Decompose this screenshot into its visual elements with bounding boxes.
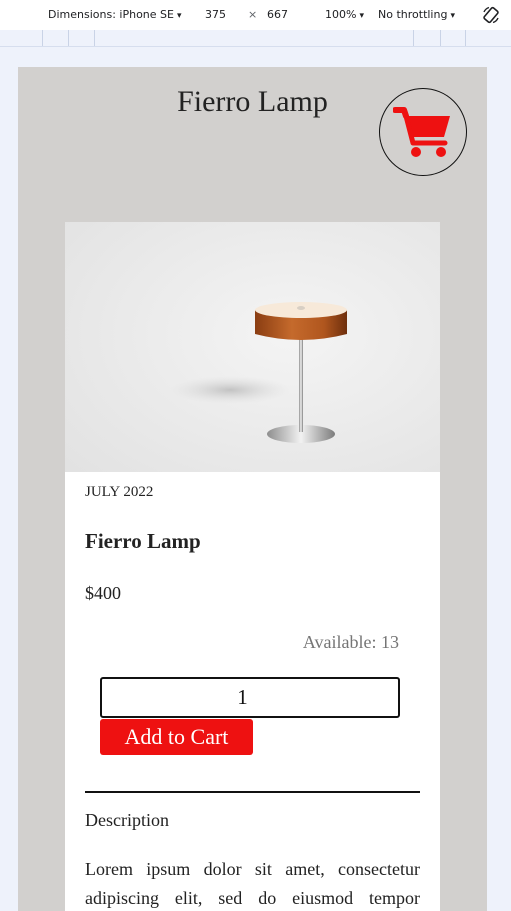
product-date: JULY 2022 <box>85 484 154 500</box>
device-label: Dimensions: iPhone SE <box>48 8 174 21</box>
description-text: Lorem ipsum dolor sit amet, consectetur … <box>85 859 420 908</box>
ruler-tick <box>68 30 69 46</box>
chevron-down-icon: ▾ <box>359 11 364 21</box>
width-input[interactable]: 375 <box>205 8 226 21</box>
product-image <box>65 222 440 472</box>
ruler-tick <box>42 30 43 46</box>
device-selector[interactable]: Dimensions: iPhone SE ▾ <box>48 8 182 21</box>
zoom-selector[interactable]: 100% ▾ <box>325 8 364 21</box>
chevron-down-icon: ▾ <box>176 11 182 21</box>
devtools-device-toolbar: Dimensions: iPhone SE ▾ 375 × 667 100% ▾ N… <box>0 0 511 31</box>
ruler-tick <box>94 30 95 46</box>
height-input[interactable]: 667 <box>267 8 288 21</box>
media-query-ruler[interactable] <box>0 30 511 47</box>
add-to-cart-button[interactable]: Add to Cart <box>100 719 253 755</box>
throttling-label: No throttling <box>378 8 448 21</box>
cart-button[interactable] <box>379 88 467 176</box>
chevron-down-icon: ▾ <box>450 11 455 21</box>
product-card: JULY 2022 Fierro Lamp $400 Available: 13… <box>65 222 440 911</box>
product-name: Fierro Lamp <box>85 529 201 553</box>
shopping-cart-icon <box>393 107 450 157</box>
throttling-selector[interactable]: No throttling ▾ <box>378 8 455 21</box>
dimension-separator: × <box>248 8 258 21</box>
ruler-tick <box>465 30 466 46</box>
section-divider <box>85 791 420 793</box>
availability-text: Available: 13 <box>302 632 399 652</box>
product-price: $400 <box>85 583 121 603</box>
rotate-icon[interactable] <box>481 5 501 25</box>
quantity-input[interactable] <box>100 677 400 718</box>
device-viewport: Fierro Lamp JULY 2022 Fierro Lamp $400 A… <box>18 67 487 911</box>
ruler-tick <box>413 30 414 46</box>
description-heading: Description <box>85 810 169 830</box>
zoom-label: 100% <box>325 8 357 21</box>
ruler-tick <box>440 30 441 46</box>
